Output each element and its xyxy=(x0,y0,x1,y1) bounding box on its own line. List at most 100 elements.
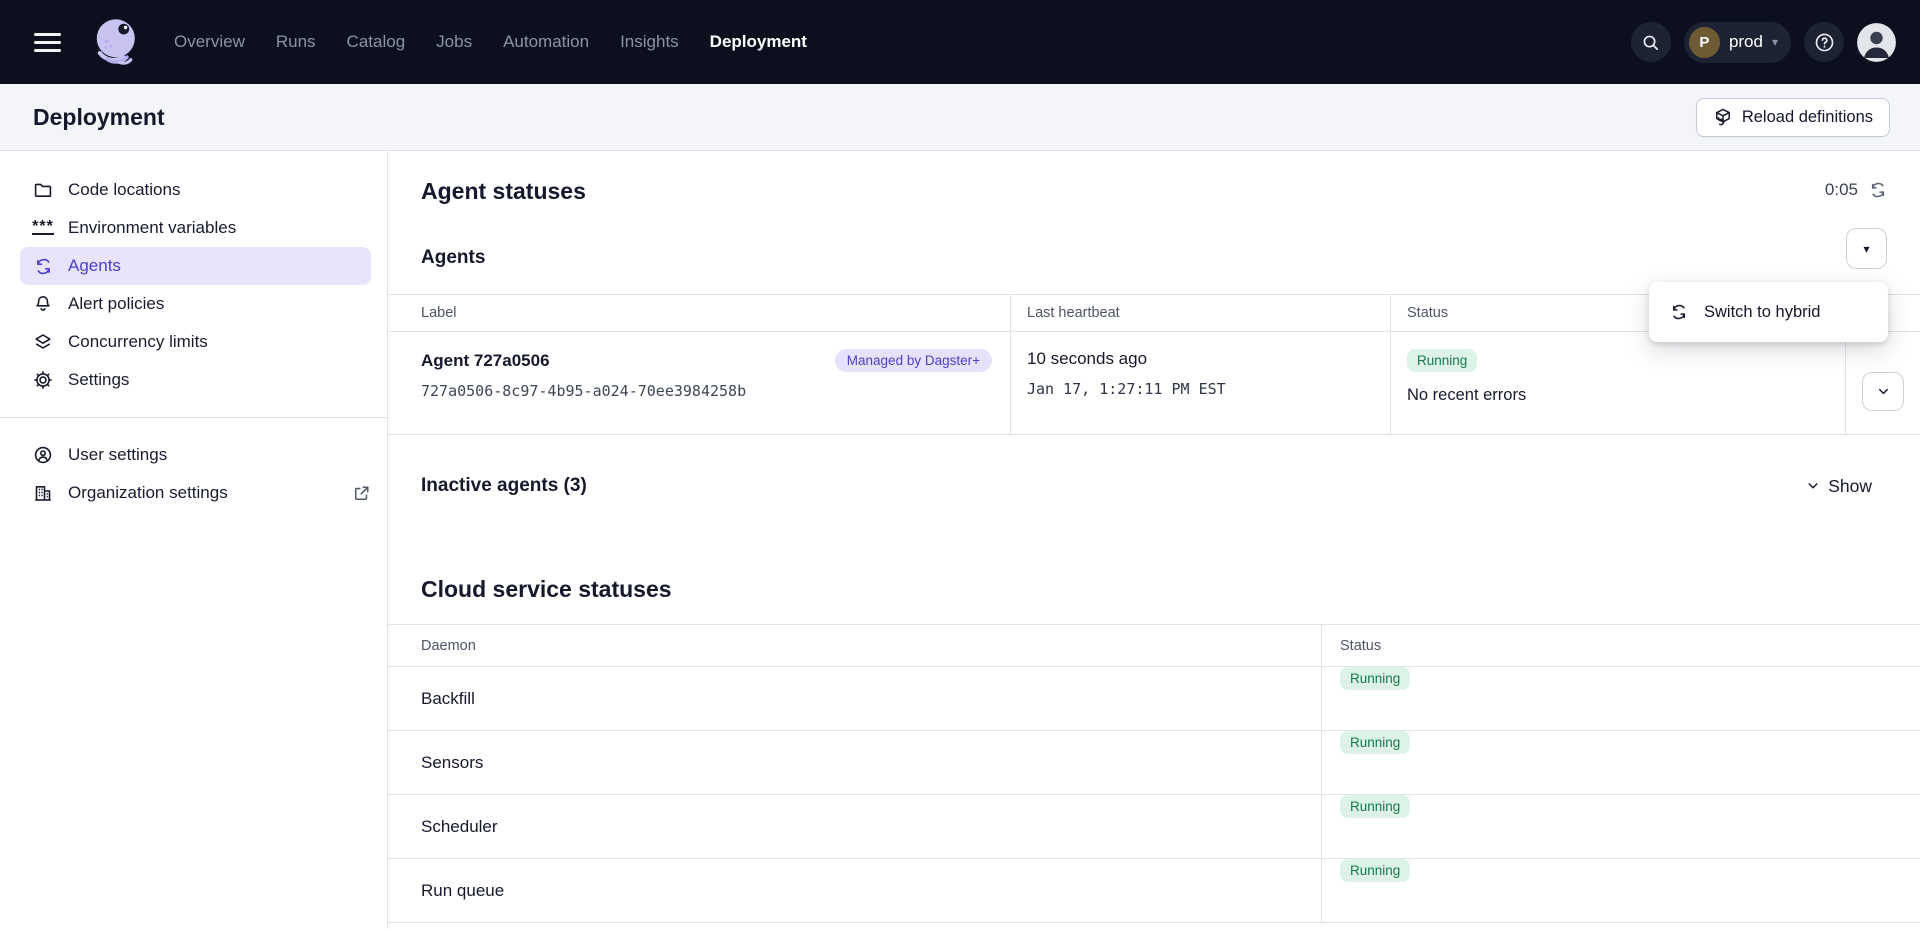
daemon-name: Sensors xyxy=(421,753,483,773)
workspace-switcher[interactable]: P prod ▾ xyxy=(1684,22,1791,63)
sidebar-item-environment-variables[interactable]: *** Environment variables xyxy=(0,209,387,247)
table-row: Sensors Running xyxy=(388,731,1920,795)
inactive-agents-heading: Inactive agents (3) xyxy=(421,475,587,497)
chevron-down-icon xyxy=(1876,384,1891,399)
page-title: Deployment xyxy=(33,104,165,131)
sidebar-item-label: Code locations xyxy=(68,180,180,200)
reload-definitions-button[interactable]: Reload definitions xyxy=(1696,98,1890,137)
show-label: Show xyxy=(1828,476,1872,497)
folder-icon xyxy=(33,180,53,200)
sidebar-divider xyxy=(0,417,387,418)
agent-statuses-title: Agent statuses xyxy=(388,178,1920,205)
bell-icon xyxy=(33,294,53,314)
workspace-avatar: P xyxy=(1689,27,1720,58)
agent-row-actions-cell xyxy=(1845,332,1920,435)
reload-cube-icon xyxy=(1713,107,1733,127)
primary-nav: Overview Runs Catalog Jobs Automation In… xyxy=(174,32,807,52)
chevron-down-icon xyxy=(1806,479,1820,493)
page-header: Deployment Reload definitions xyxy=(0,84,1920,151)
table-row: Backfill Running xyxy=(388,667,1920,731)
daemon-name: Scheduler xyxy=(421,817,498,837)
nav-automation[interactable]: Automation xyxy=(503,32,589,52)
sidebar-item-settings[interactable]: Settings xyxy=(0,361,387,399)
chevron-down-icon: ▾ xyxy=(1772,35,1778,49)
daemon-name: Backfill xyxy=(421,689,475,709)
daemon-name: Run queue xyxy=(421,881,504,901)
sidebar-item-label: Organization settings xyxy=(68,483,228,503)
topbar-right-cluster: P prod ▾ xyxy=(1631,22,1896,63)
nav-runs[interactable]: Runs xyxy=(276,32,316,52)
search-icon[interactable] xyxy=(1631,22,1671,62)
countdown-value: 0:05 xyxy=(1825,180,1858,200)
column-header-status: Status xyxy=(1321,625,1920,667)
nav-catalog[interactable]: Catalog xyxy=(347,32,406,52)
show-inactive-toggle[interactable]: Show xyxy=(1806,476,1872,497)
nav-overview[interactable]: Overview xyxy=(174,32,245,52)
top-navigation-bar: Overview Runs Catalog Jobs Automation In… xyxy=(0,0,1920,84)
user-icon xyxy=(33,445,53,465)
dagster-logo-icon[interactable] xyxy=(90,15,144,69)
hamburger-menu-icon[interactable] xyxy=(34,22,74,62)
agents-actions-dropdown-button[interactable]: ▾ xyxy=(1846,228,1887,269)
sidebar-item-organization-settings[interactable]: Organization settings xyxy=(0,474,387,512)
status-badge: Running xyxy=(1340,667,1410,690)
agents-dropdown-menu: Switch to hybrid xyxy=(1649,282,1888,342)
agent-icon xyxy=(33,256,53,276)
agent-name[interactable]: Agent 727a0506 xyxy=(421,351,550,371)
nav-jobs[interactable]: Jobs xyxy=(436,32,472,52)
layers-icon xyxy=(33,332,53,352)
sidebar-item-label: User settings xyxy=(68,445,167,465)
agent-heartbeat-cell: 10 seconds ago Jan 17, 1:27:11 PM EST xyxy=(1010,332,1390,435)
sidebar-item-label: Settings xyxy=(68,370,129,390)
env-vars-icon: *** xyxy=(33,218,53,238)
agents-heading: Agents xyxy=(388,247,1920,269)
sidebar-item-concurrency-limits[interactable]: Concurrency limits xyxy=(0,323,387,361)
agent-status-cell: Running No recent errors xyxy=(1390,332,1845,435)
expand-row-button[interactable] xyxy=(1862,372,1904,411)
gear-icon xyxy=(33,370,53,390)
nav-deployment[interactable]: Deployment xyxy=(710,32,807,52)
sidebar-item-alert-policies[interactable]: Alert policies xyxy=(0,285,387,323)
column-header-label: Label xyxy=(388,295,1010,332)
sidebar-item-label: Agents xyxy=(68,256,121,276)
status-badge: Running xyxy=(1340,795,1410,818)
external-link-icon xyxy=(352,484,371,503)
sidebar-item-label: Alert policies xyxy=(68,294,164,314)
column-header-daemon: Daemon xyxy=(388,625,1321,667)
table-row: Scheduler Running xyxy=(388,795,1920,859)
table-row: Run queue Running xyxy=(388,859,1920,923)
column-header-last-heartbeat: Last heartbeat xyxy=(1010,295,1390,332)
sidebar-item-code-locations[interactable]: Code locations xyxy=(0,171,387,209)
inactive-agents-row: Inactive agents (3) Show xyxy=(388,475,1920,497)
deployment-main-panel: Agent statuses 0:05 Agents ▾ Label Last … xyxy=(388,151,1920,929)
status-badge: Running xyxy=(1340,859,1410,882)
sidebar-item-label: Environment variables xyxy=(68,218,236,238)
managed-badge: Managed by Dagster+ xyxy=(835,349,992,372)
user-avatar[interactable] xyxy=(1857,23,1896,62)
building-icon xyxy=(33,483,53,503)
sidebar-item-agents[interactable]: Agents xyxy=(20,247,371,285)
agent-icon xyxy=(1670,303,1688,321)
refresh-countdown: 0:05 xyxy=(1825,180,1887,200)
cloud-service-statuses-title: Cloud service statuses xyxy=(388,576,1920,603)
status-badge: Running xyxy=(1407,349,1477,372)
status-badge: Running xyxy=(1340,731,1410,754)
deployment-sidebar: Code locations *** Environment variables… xyxy=(0,151,388,929)
agent-uuid: 727a0506-8c97-4b95-a024-70ee3984258b xyxy=(421,382,1010,400)
sidebar-item-user-settings[interactable]: User settings xyxy=(0,436,387,474)
workspace-name: prod xyxy=(1729,32,1763,52)
agent-table-row: Agent 727a0506 Managed by Dagster+ 727a0… xyxy=(388,332,1920,435)
help-icon[interactable] xyxy=(1804,22,1844,62)
nav-insights[interactable]: Insights xyxy=(620,32,679,52)
agent-label-cell: Agent 727a0506 Managed by Dagster+ 727a0… xyxy=(388,332,1010,435)
reload-definitions-label: Reload definitions xyxy=(1742,108,1873,127)
refresh-icon[interactable] xyxy=(1869,181,1887,199)
cloud-services-table-header: Daemon Status xyxy=(388,624,1920,667)
sidebar-item-label: Concurrency limits xyxy=(68,332,208,352)
heartbeat-timestamp: Jan 17, 1:27:11 PM EST xyxy=(1027,380,1390,398)
menu-item-switch-to-hybrid[interactable]: Switch to hybrid xyxy=(1649,282,1888,342)
heartbeat-relative: 10 seconds ago xyxy=(1027,349,1390,369)
status-note: No recent errors xyxy=(1407,386,1845,405)
caret-down-icon: ▾ xyxy=(1863,242,1869,256)
menu-item-label: Switch to hybrid xyxy=(1704,303,1820,322)
